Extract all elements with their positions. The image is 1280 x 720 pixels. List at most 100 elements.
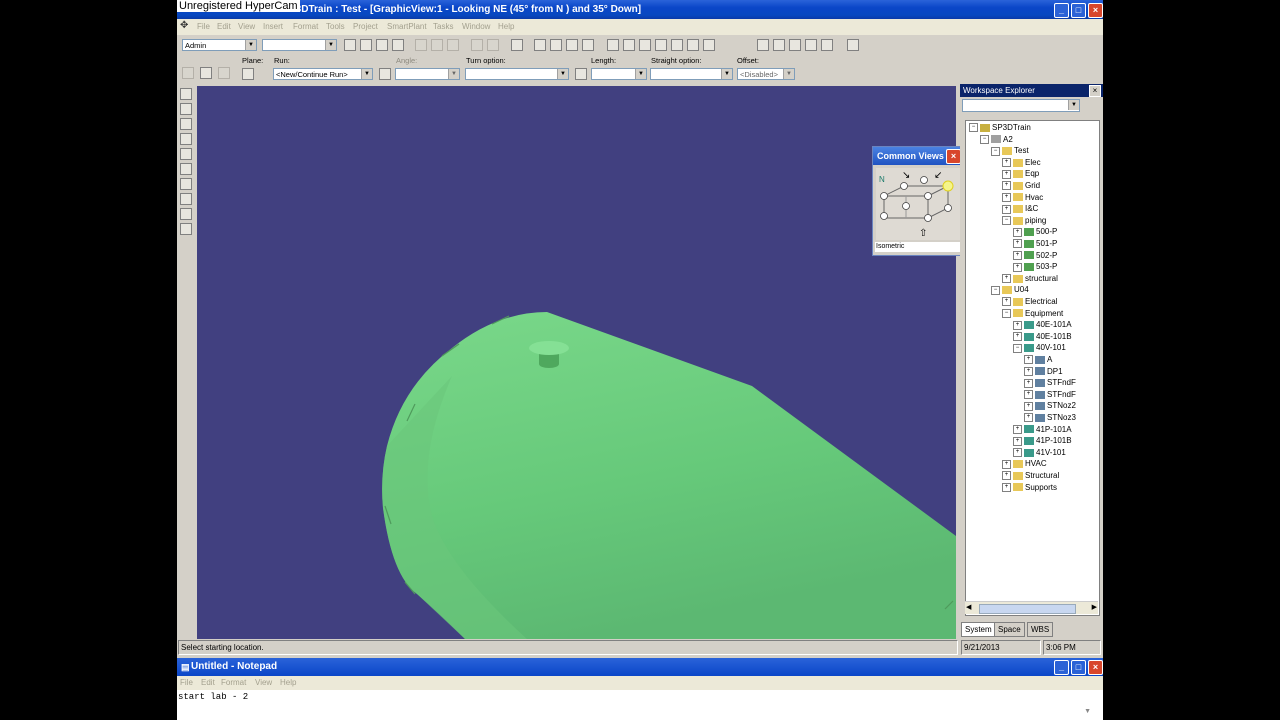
turn-option-combo[interactable]: ▼ [465,68,569,80]
expand-toggle-icon[interactable]: + [1002,274,1011,284]
ribbon-properties-icon[interactable] [182,67,194,79]
close-button[interactable]: × [1088,3,1103,18]
expand-toggle-icon[interactable]: − [980,134,989,144]
new-icon[interactable] [344,39,356,51]
tree-node[interactable]: − A2 [980,135,1013,145]
tree-node[interactable]: +501-P [1013,239,1057,249]
notepad-close-button[interactable]: × [1088,660,1103,675]
render-icon[interactable] [639,39,651,51]
length-icon[interactable] [575,68,587,80]
expand-toggle-icon[interactable]: + [1013,227,1022,237]
expand-toggle-icon[interactable]: + [1002,459,1011,469]
expand-toggle-icon[interactable]: + [1013,262,1022,272]
sloped-pipe-icon[interactable] [180,193,192,205]
zoom-area-icon[interactable] [805,39,817,51]
filter-combo[interactable]: ▼ [262,39,337,51]
expand-toggle-icon[interactable]: + [1002,204,1011,214]
tree-node[interactable]: + Eqp [1002,169,1039,179]
expand-toggle-icon[interactable]: − [991,146,1000,156]
expand-toggle-icon[interactable]: + [1002,471,1011,481]
open-icon[interactable] [360,39,372,51]
straight-option-combo[interactable]: ▼ [650,68,733,80]
grid-icon[interactable] [623,39,635,51]
menu-help[interactable]: Help [498,22,514,31]
menu-window[interactable]: Window [462,22,490,31]
tree-node[interactable]: − piping [1002,216,1046,226]
save-icon[interactable] [376,39,388,51]
tree-node[interactable]: +503-P [1013,262,1057,272]
close-icon[interactable]: × [1089,85,1101,97]
menu-edit[interactable]: Edit [217,22,231,31]
zoom-icon[interactable] [757,39,769,51]
title-bar[interactable]: P3DTrain : Test - [GraphicView:1 - Looki… [177,0,1103,19]
ribbon-settings-icon[interactable] [218,67,230,79]
tab-system[interactable]: System [961,622,996,637]
expand-toggle-icon[interactable]: + [1002,181,1011,191]
tree-node[interactable]: + Elec [1002,158,1041,168]
expand-toggle-icon[interactable]: + [1024,413,1033,423]
pan-icon[interactable] [773,39,785,51]
tab-space[interactable]: Space [994,622,1025,637]
angle-combo[interactable]: ▼ [395,68,460,80]
fit-icon[interactable] [789,39,801,51]
insert-split-icon[interactable] [180,148,192,160]
filter-icon[interactable] [671,39,683,51]
rotate-icon[interactable] [487,39,499,51]
refresh-icon[interactable] [392,39,404,51]
connect-icon[interactable] [566,39,578,51]
expand-toggle-icon[interactable]: + [1024,390,1033,400]
scroll-thumb[interactable] [979,604,1076,614]
menu-view[interactable]: View [238,22,255,31]
notepad-title-bar[interactable]: ▤ Untitled - Notepad _ □ × [177,658,1103,676]
expand-toggle-icon[interactable]: + [1013,250,1022,260]
minimize-button[interactable]: _ [1054,3,1069,18]
expand-toggle-icon[interactable]: + [1002,192,1011,202]
expand-toggle-icon[interactable]: + [1024,366,1033,376]
measure-icon[interactable] [534,39,546,51]
app-icon[interactable]: ✥ [180,20,188,31]
insert-component-icon[interactable] [180,118,192,130]
tree-node[interactable]: + STNoz2 [1024,401,1076,411]
expand-toggle-icon[interactable]: − [1002,216,1011,226]
notepad-window[interactable]: ▤ Untitled - Notepad _ □ × File Edit For… [177,658,1103,720]
select-arrow-icon[interactable] [180,88,192,100]
notepad-menu-view[interactable]: View [255,678,272,687]
menu-insert[interactable]: Insert [263,22,283,31]
snap-icon[interactable] [655,39,667,51]
graphic-view[interactable] [197,86,956,639]
connect-pipe-icon[interactable] [180,223,192,235]
expand-toggle-icon[interactable]: + [1013,448,1022,458]
dropdown-icon[interactable] [703,39,715,51]
tree-node[interactable]: + Supports [1002,483,1057,493]
spool-icon[interactable] [180,208,192,220]
menu-format[interactable]: Format [293,22,318,31]
menu-smartplant[interactable]: SmartPlant [387,22,427,31]
tree-node[interactable]: − U04 [991,285,1029,295]
notepad-minimize-button[interactable]: _ [1054,660,1069,675]
undo-icon[interactable] [511,39,523,51]
workspace-tree[interactable]: − SP3DTrain − A2− Test + Elec + Eqp + Grid + Hvac + I&… [965,120,1100,616]
tree-node[interactable]: + structural [1002,274,1058,284]
expand-toggle-icon[interactable]: − [1002,308,1011,318]
tree-node[interactable]: − Test [991,146,1029,156]
workspace-filter-combo[interactable]: ▼ [962,99,1080,112]
cube-icon[interactable] [687,39,699,51]
tree-node[interactable]: +41V-101 [1013,448,1066,458]
expand-toggle-icon[interactable]: + [1013,332,1022,342]
view-icon[interactable] [607,39,619,51]
expand-toggle-icon[interactable]: − [969,123,978,133]
ribbon-route-icon[interactable] [200,67,212,79]
tree-node[interactable]: + A [1024,355,1052,365]
check-icon[interactable] [550,39,562,51]
notepad-menu-format[interactable]: Format [221,678,246,687]
tree-node[interactable]: +41P-101B [1013,436,1072,446]
tool-icon[interactable] [582,39,594,51]
expand-toggle-icon[interactable]: + [1002,158,1011,168]
scroll-right-icon[interactable]: ▶ [1092,603,1097,611]
tree-node[interactable]: + Structural [1002,471,1059,481]
menu-file[interactable]: File [197,22,210,31]
tree-node[interactable]: − Equipment [1002,309,1063,319]
maximize-button[interactable]: □ [1071,3,1086,18]
expand-toggle-icon[interactable]: − [1013,343,1022,353]
common-views-dialog[interactable]: Common Views × N ↘ ↙ ⇧ Isometric [872,146,964,256]
